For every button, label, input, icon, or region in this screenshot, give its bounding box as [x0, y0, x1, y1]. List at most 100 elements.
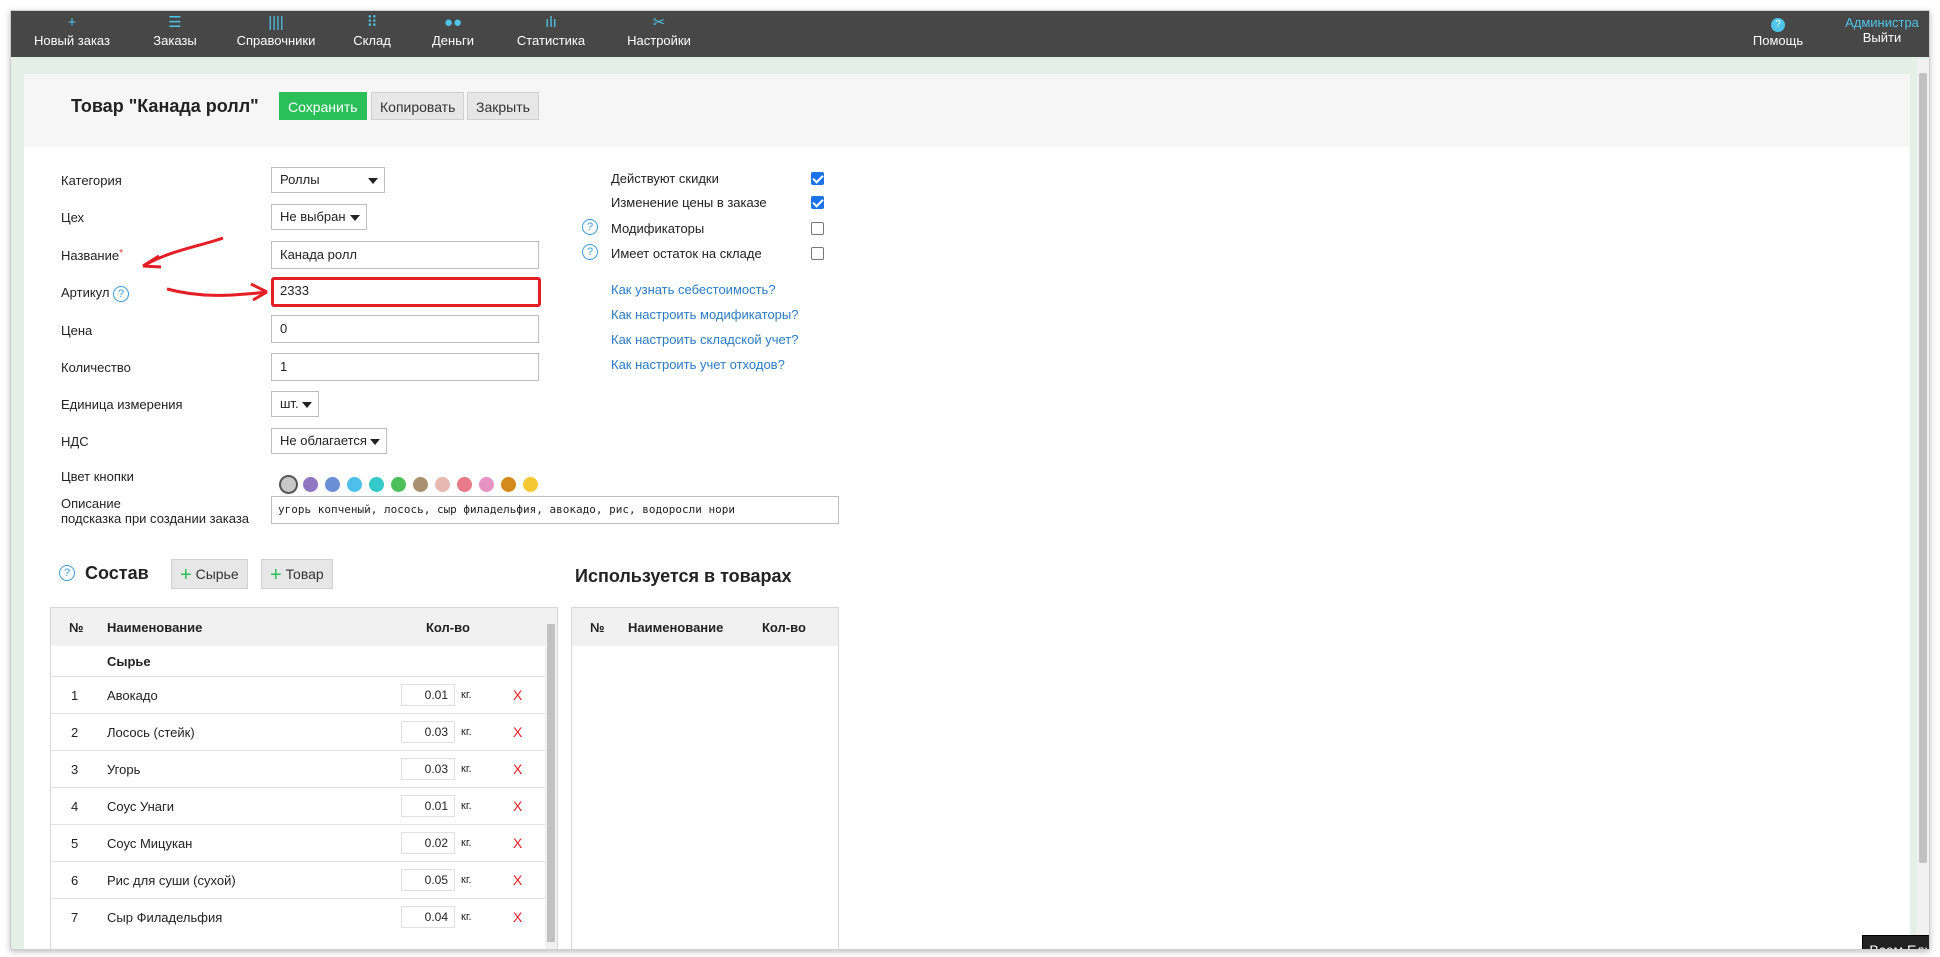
link-modifiers[interactable]: Как настроить модификаторы?: [611, 307, 798, 322]
add-raw-button[interactable]: + Сырье: [171, 559, 248, 589]
row-unit: кг.: [461, 689, 472, 701]
delete-icon[interactable]: X: [513, 909, 522, 925]
composition-help-icon[interactable]: ?: [59, 565, 75, 581]
qty-input[interactable]: 0.03: [401, 758, 455, 780]
color-swatch[interactable]: [435, 477, 450, 492]
table-row: 2 Лосось (стейк) 0.03 кг. X: [51, 713, 545, 750]
row-num: 2: [71, 725, 79, 740]
modifiers-help-icon[interactable]: ?: [582, 219, 598, 235]
vat-label: НДС: [61, 434, 89, 449]
color-swatch[interactable]: [413, 477, 428, 492]
vat-select[interactable]: Не облагается: [271, 428, 387, 454]
description-textarea[interactable]: угорь копченый, лосось, сыр филадельфия,…: [271, 496, 839, 524]
category-value: Роллы: [280, 172, 320, 187]
price-change-checkbox[interactable]: [811, 196, 824, 209]
chart-icon: ılı: [545, 14, 557, 31]
copy-button[interactable]: Копировать: [371, 92, 465, 120]
table-row: 5 Соус Мицукан 0.02 кг. X: [51, 824, 545, 861]
table-scrollbar-thumb[interactable]: [547, 624, 555, 942]
sku-input[interactable]: 2333: [271, 277, 541, 307]
color-swatch[interactable]: [501, 477, 516, 492]
table-header: № Наименование Кол-во: [51, 608, 557, 646]
color-swatch[interactable]: [281, 477, 296, 492]
qty-input[interactable]: 0.05: [401, 869, 455, 891]
discounts-checkbox[interactable]: [811, 172, 824, 185]
modifiers-checkbox[interactable]: [811, 222, 824, 235]
delete-icon[interactable]: X: [513, 687, 522, 703]
link-waste[interactable]: Как настроить учет отходов?: [611, 357, 785, 372]
nav-money-label: Деньги: [432, 33, 474, 48]
help-icon: ?: [1743, 15, 1813, 32]
qty-input[interactable]: 0.02: [401, 832, 455, 854]
category-select[interactable]: Роллы: [271, 167, 385, 193]
stock-label: Имеет остаток на складе: [611, 246, 762, 261]
color-swatch[interactable]: [457, 477, 472, 492]
qty-input[interactable]: 0.01: [401, 795, 455, 817]
chevron-down-icon: [302, 402, 312, 408]
composition-table: № Наименование Кол-во Сырье 1 Авокадо 0.01…: [50, 607, 558, 949]
coins-icon: ●●: [443, 14, 463, 31]
color-swatch[interactable]: [325, 477, 340, 492]
help-icon[interactable]: ?: [113, 286, 130, 302]
table-scrollbar[interactable]: [545, 608, 557, 949]
nav-statistics[interactable]: ılı Статистика: [511, 14, 591, 49]
used-in-col-num: №: [590, 620, 605, 635]
nav-statistics-label: Статистика: [516, 33, 586, 48]
color-swatch[interactable]: [347, 477, 362, 492]
delete-icon[interactable]: X: [513, 761, 522, 777]
price-input[interactable]: 0: [271, 315, 539, 343]
delete-icon[interactable]: X: [513, 835, 522, 851]
color-swatch[interactable]: [391, 477, 406, 492]
row-name: Соус Мицукан: [107, 836, 193, 851]
nav-warehouse[interactable]: ⠿ Склад: [347, 14, 397, 49]
delete-icon[interactable]: X: [513, 872, 522, 888]
grid-icon: ⠿: [366, 14, 378, 31]
qty-input[interactable]: 0.01: [401, 684, 455, 706]
nav-money[interactable]: ●● Деньги: [423, 14, 483, 49]
stock-help-icon[interactable]: ?: [582, 244, 598, 260]
admin-link[interactable]: Администра: [1837, 15, 1927, 30]
row-num: 4: [71, 799, 79, 814]
close-button[interactable]: Закрыть: [467, 92, 539, 120]
workshop-label: Цех: [61, 210, 85, 225]
nav-help[interactable]: ? Помощь: [1743, 15, 1813, 48]
qty-input[interactable]: 0.03: [401, 721, 455, 743]
add-product-button[interactable]: + Товар: [261, 559, 333, 589]
nav-account: Администра Выйти: [1837, 15, 1927, 45]
modifiers-label: Модификаторы: [611, 221, 705, 236]
color-swatch[interactable]: [479, 477, 494, 492]
link-cost[interactable]: Как узнать себестоимость?: [611, 282, 776, 297]
save-button[interactable]: Сохранить: [279, 92, 367, 120]
col-num: №: [69, 620, 84, 635]
link-warehouse[interactable]: Как настроить складской учет?: [611, 332, 798, 347]
name-input[interactable]: Канада ролл: [271, 241, 539, 269]
name-label: Название*: [61, 248, 123, 263]
nav-orders[interactable]: ☰ Заказы: [145, 15, 205, 49]
color-swatch[interactable]: [523, 477, 538, 492]
unit-select[interactable]: шт.: [271, 391, 319, 417]
workshop-value: Не выбран: [280, 209, 346, 224]
discounts-label: Действуют скидки: [611, 171, 719, 186]
nav-orders-label: Заказы: [153, 33, 197, 48]
quantity-label: Количество: [61, 360, 131, 375]
logout-link[interactable]: Выйти: [1837, 30, 1927, 45]
stock-checkbox[interactable]: [811, 247, 824, 260]
workshop-select[interactable]: Не выбран: [271, 204, 367, 230]
row-num: 3: [71, 762, 79, 777]
row-unit: кг.: [461, 726, 472, 738]
qty-input[interactable]: 0.04: [401, 906, 455, 928]
chevron-down-icon: [350, 215, 360, 221]
nav-catalogs[interactable]: |||| Справочники: [233, 15, 319, 49]
quantity-input[interactable]: 1: [271, 353, 539, 381]
color-swatch[interactable]: [303, 477, 318, 492]
page-scrollbar[interactable]: [1917, 59, 1929, 949]
delete-icon[interactable]: X: [513, 798, 522, 814]
color-swatch[interactable]: [369, 477, 384, 492]
nav-new-order[interactable]: + Новый заказ: [29, 15, 115, 49]
row-name: Рис для суши (сухой): [107, 873, 236, 888]
price-change-label: Изменение цены в заказе: [611, 195, 767, 210]
row-unit: кг.: [461, 763, 472, 775]
delete-icon[interactable]: X: [513, 724, 522, 740]
scrollbar-thumb[interactable]: [1919, 73, 1927, 863]
nav-settings[interactable]: ✂ Настройки: [619, 15, 699, 49]
